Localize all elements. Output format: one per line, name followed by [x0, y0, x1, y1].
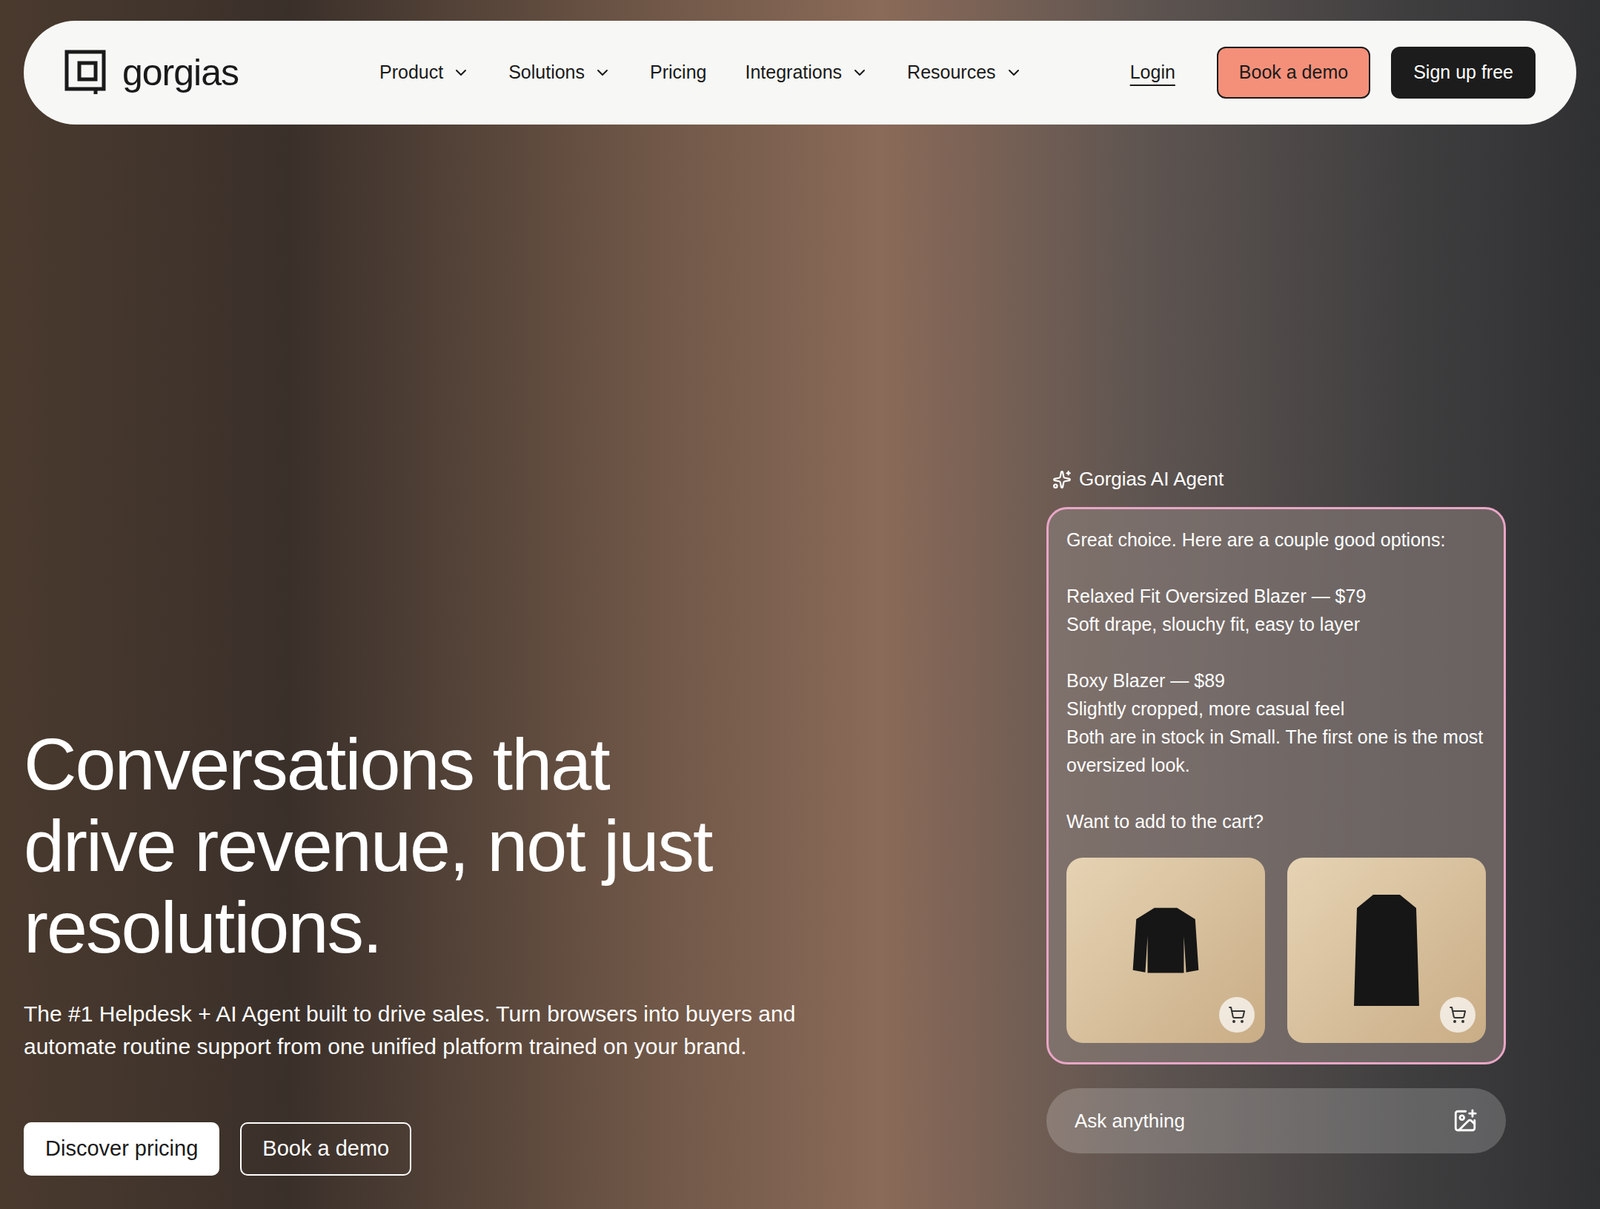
- sparkles-icon: [1052, 469, 1072, 490]
- logo[interactable]: gorgias: [64, 45, 239, 101]
- signup-button[interactable]: Sign up free: [1391, 46, 1536, 99]
- nav-link[interactable]: Pricing: [649, 58, 707, 87]
- nav-link[interactable]: Product: [379, 58, 470, 87]
- hero: gorgias Product Solutions Pricing Integratio…: [0, 0, 1600, 1209]
- logo-icon: [64, 49, 108, 96]
- nav-link[interactable]: Resources: [907, 58, 1023, 87]
- cart-icon: [1448, 1005, 1467, 1024]
- nav-link[interactable]: Integrations: [744, 58, 869, 87]
- login-link[interactable]: Login: [1130, 58, 1176, 87]
- nav-links: Product Solutions Pricing Integrations Resou…: [379, 58, 1023, 87]
- top-nav: gorgias Product Solutions Pricing Integratio…: [23, 20, 1577, 125]
- chat-note: Both are in stock in Small. The first on…: [1066, 722, 1486, 779]
- product-option: Relaxed Fit Oversized Blazer — $79Soft d…: [1066, 581, 1486, 639]
- hero-heading: Conversations that drive revenue, not ju…: [23, 723, 750, 968]
- chat-card: Great choice. Here are a couple good opt…: [1046, 506, 1506, 1065]
- chevron-down-icon: [1004, 63, 1023, 82]
- product-card[interactable]: [1066, 857, 1266, 1043]
- product-option: Boxy Blazer — $89Slightly cropped, more …: [1066, 666, 1486, 723]
- hero-button[interactable]: Discover pricing: [23, 1122, 220, 1176]
- chat-widget: Gorgias AI Agent Great choice. Here are a…: [1046, 464, 1506, 1154]
- hero-subtext: The #1 Helpdesk + AI Agent built to driv…: [23, 997, 810, 1063]
- chevron-down-icon: [850, 63, 869, 82]
- hero-copy: Conversations that drive revenue, not ju…: [23, 723, 810, 1176]
- image-plus-icon[interactable]: [1452, 1107, 1478, 1134]
- hero-buttons: Discover pricing Book a demo: [23, 1122, 810, 1176]
- blazer-photo-icon: [1342, 887, 1432, 1014]
- product-cards: [1066, 857, 1486, 1043]
- agent-label: Gorgias AI Agent: [1052, 464, 1506, 494]
- book-demo-button[interactable]: Book a demo: [1216, 46, 1371, 99]
- add-to-cart-button[interactable]: [1219, 996, 1255, 1033]
- chevron-down-icon: [452, 63, 470, 82]
- hero-body: Conversations that drive revenue, not ju…: [0, 124, 1600, 1209]
- nav-link[interactable]: Solutions: [508, 58, 612, 87]
- chat-input[interactable]: Ask anything: [1046, 1087, 1506, 1154]
- page: gorgias Product Solutions Pricing Integratio…: [0, 0, 1600, 1209]
- hero-button[interactable]: Book a demo: [240, 1122, 412, 1176]
- add-to-cart-button[interactable]: [1439, 996, 1476, 1033]
- chevron-down-icon: [593, 63, 612, 82]
- cart-icon: [1227, 1005, 1246, 1024]
- chat-question: Want to add to the cart?: [1066, 807, 1486, 836]
- product-card[interactable]: [1287, 857, 1486, 1043]
- blazer-photo-icon: [1121, 901, 1211, 999]
- chat-intro: Great choice. Here are a couple good opt…: [1066, 525, 1486, 554]
